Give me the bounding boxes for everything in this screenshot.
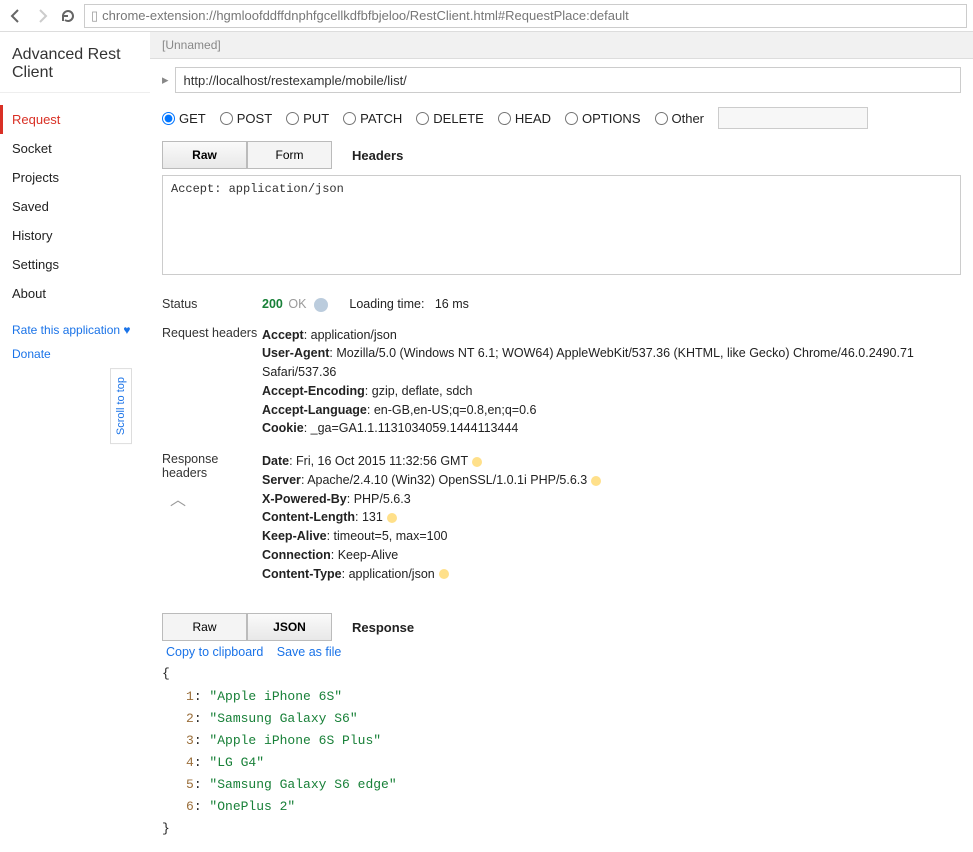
request-header: Accept-Language: en-GB,en-US;q=0.8,en;q=… bbox=[262, 401, 961, 420]
copy-to-clipboard[interactable]: Copy to clipboard bbox=[166, 645, 263, 659]
other-method-input[interactable] bbox=[718, 107, 868, 129]
response-header: Content-Length: 131 bbox=[262, 508, 961, 527]
loading-time-value: 16 ms bbox=[435, 297, 469, 311]
method-other[interactable]: Other bbox=[655, 111, 705, 126]
request-header: Cookie: _ga=GA1.1.1131034059.1444113444 bbox=[262, 419, 961, 438]
json-entry: 5: "Samsung Galaxy S6 edge" bbox=[162, 774, 961, 796]
status-text: OK bbox=[288, 297, 306, 311]
method-get[interactable]: GET bbox=[162, 111, 206, 126]
response-header: Connection: Keep-Alive bbox=[262, 546, 961, 565]
request-tab[interactable]: [Unnamed] bbox=[150, 32, 973, 59]
sidebar-item-request[interactable]: Request bbox=[0, 105, 150, 134]
bulb-icon bbox=[472, 457, 482, 467]
headers-label: Headers bbox=[352, 148, 403, 163]
status-code: 200 bbox=[262, 297, 283, 311]
json-entry: 6: "OnePlus 2" bbox=[162, 796, 961, 818]
address-text: chrome-extension://hgmloofddffdnphfgcell… bbox=[102, 8, 629, 23]
response-headers-label: Response headers bbox=[162, 452, 218, 480]
rate-link[interactable]: Rate this application ♥ bbox=[12, 323, 131, 337]
status-label: Status bbox=[162, 297, 262, 311]
request-header: User-Agent: Mozilla/5.0 (Windows NT 6.1;… bbox=[262, 344, 961, 382]
response-header: Keep-Alive: timeout=5, max=100 bbox=[262, 527, 961, 546]
loading-time-label: Loading time: bbox=[349, 297, 424, 311]
request-headers-label: Request headers bbox=[162, 326, 262, 340]
sidebar: Advanced Rest Client RequestSocketProjec… bbox=[0, 32, 150, 852]
method-put[interactable]: PUT bbox=[286, 111, 329, 126]
chevron-up-icon[interactable]: ︿ bbox=[170, 486, 262, 510]
response-body: { 1: "Apple iPhone 6S"2: "Samsung Galaxy… bbox=[162, 663, 961, 840]
sidebar-item-settings[interactable]: Settings bbox=[0, 250, 150, 279]
page-icon: ▯ bbox=[91, 8, 98, 24]
response-header: Date: Fri, 16 Oct 2015 11:32:56 GMT bbox=[262, 452, 961, 471]
headers-textarea[interactable]: Accept: application/json bbox=[162, 175, 961, 275]
back-icon[interactable] bbox=[6, 6, 26, 26]
request-header: Accept: application/json bbox=[262, 326, 961, 345]
response-header: Content-Type: application/json bbox=[262, 565, 961, 584]
forward-icon[interactable] bbox=[32, 6, 52, 26]
bulb-icon bbox=[591, 476, 601, 486]
scroll-to-top[interactable]: Scroll to top bbox=[110, 368, 132, 444]
sidebar-item-about[interactable]: About bbox=[0, 279, 150, 308]
browser-toolbar: ▯ chrome-extension://hgmloofddffdnphfgce… bbox=[0, 0, 973, 32]
http-method-group: GET POST PUT PATCH DELETE HEAD OPTIONS Other bbox=[150, 101, 973, 135]
response-header: Server: Apache/2.4.10 (Win32) OpenSSL/1.… bbox=[262, 471, 961, 490]
json-entry: 4: "LG G4" bbox=[162, 752, 961, 774]
json-entry: 2: "Samsung Galaxy S6" bbox=[162, 708, 961, 730]
response-header: X-Powered-By: PHP/5.6.3 bbox=[262, 490, 961, 509]
json-entry: 1: "Apple iPhone 6S" bbox=[162, 686, 961, 708]
help-icon[interactable] bbox=[314, 298, 328, 312]
method-delete[interactable]: DELETE bbox=[416, 111, 484, 126]
app-title: Advanced Rest Client bbox=[0, 42, 150, 93]
bulb-icon bbox=[439, 569, 449, 579]
response-json-tab[interactable]: JSON bbox=[247, 613, 332, 641]
response-label: Response bbox=[352, 620, 414, 635]
json-entry: 3: "Apple iPhone 6S Plus" bbox=[162, 730, 961, 752]
save-as-file[interactable]: Save as file bbox=[277, 645, 342, 659]
method-patch[interactable]: PATCH bbox=[343, 111, 402, 126]
address-bar[interactable]: ▯ chrome-extension://hgmloofddffdnphfgce… bbox=[84, 4, 967, 28]
sidebar-item-saved[interactable]: Saved bbox=[0, 192, 150, 221]
bulb-icon bbox=[387, 513, 397, 523]
reload-icon[interactable] bbox=[58, 6, 78, 26]
sidebar-item-socket[interactable]: Socket bbox=[0, 134, 150, 163]
request-header: Accept-Encoding: gzip, deflate, sdch bbox=[262, 382, 961, 401]
method-head[interactable]: HEAD bbox=[498, 111, 551, 126]
method-post[interactable]: POST bbox=[220, 111, 272, 126]
donate-link[interactable]: Donate bbox=[12, 347, 51, 361]
headers-raw-tab[interactable]: Raw bbox=[162, 141, 247, 169]
response-raw-tab[interactable]: Raw bbox=[162, 613, 247, 641]
sidebar-item-projects[interactable]: Projects bbox=[0, 163, 150, 192]
chevron-right-icon[interactable]: ▸ bbox=[162, 72, 169, 88]
method-options[interactable]: OPTIONS bbox=[565, 111, 641, 126]
sidebar-item-history[interactable]: History bbox=[0, 221, 150, 250]
headers-form-tab[interactable]: Form bbox=[247, 141, 332, 169]
request-url-input[interactable] bbox=[175, 67, 961, 93]
